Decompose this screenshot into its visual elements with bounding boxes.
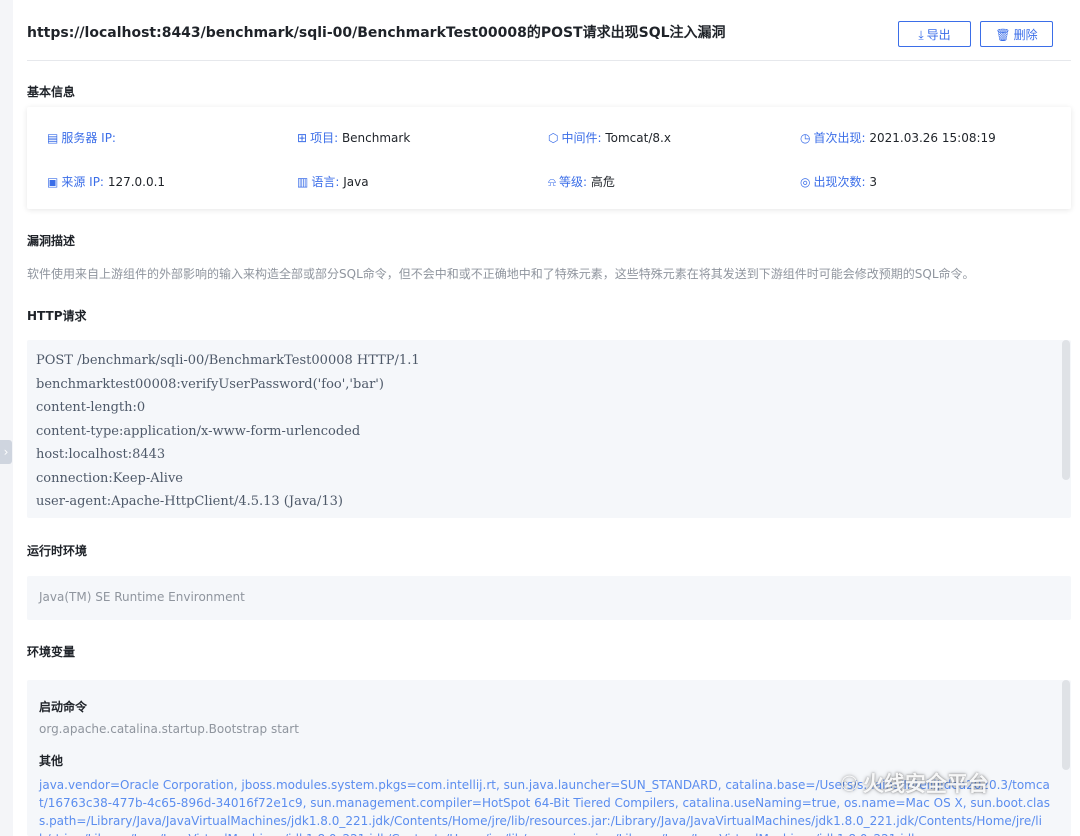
language-item: ▥ 语言: Java bbox=[297, 173, 369, 190]
http-line: host:localhost:8443 bbox=[36, 447, 166, 462]
cube-icon: ⬡ bbox=[548, 131, 559, 145]
level-value: 高危 bbox=[590, 175, 615, 189]
http-request-lines: POST /benchmark/sqli-00/BenchmarkTest000… bbox=[36, 349, 420, 514]
delete-label: 删除 bbox=[1013, 28, 1038, 42]
http-request-scrollbar[interactable] bbox=[1062, 340, 1070, 480]
runtime-value: Java(TM) SE Runtime Environment bbox=[39, 590, 245, 604]
watermark-text: 火线安全平台 bbox=[862, 772, 989, 796]
http-line: connection:Keep-Alive bbox=[36, 470, 183, 486]
middleware-value: Tomcat/8.x bbox=[605, 131, 671, 145]
middleware-item: ⬡ 中间件: Tomcat/8.x bbox=[548, 129, 671, 146]
middleware-label: 中间件: bbox=[561, 131, 602, 145]
startup-command-label: 启动命令 bbox=[39, 700, 88, 714]
env-vars-box[interactable]: 启动命令 org.apache.catalina.startup.Bootstr… bbox=[27, 680, 1071, 836]
clock-icon: ◷ bbox=[800, 131, 811, 145]
http-line: content-type:application/x-www-form-urle… bbox=[36, 423, 361, 439]
occurrences-label: 出现次数: bbox=[813, 175, 866, 189]
level-item: ⍾ 等级: 高危 bbox=[548, 173, 615, 190]
other-label: 其他 bbox=[39, 754, 64, 768]
watermark: ⚇ 火线安全平台 bbox=[840, 768, 989, 798]
source-ip-item: ▣ 来源 IP: 127.0.0.1 bbox=[47, 173, 165, 190]
page-header: https://localhost:8443/benchmark/sqli-00… bbox=[27, 14, 1071, 61]
project-item: ⊞ 项目: Benchmark bbox=[297, 129, 410, 146]
vulnerability-detail-page: › https://localhost:8443/benchmark/sqli-… bbox=[0, 0, 1080, 836]
env-vars-title: 环境变量 bbox=[27, 645, 76, 659]
grid-icon: ⊞ bbox=[297, 131, 308, 145]
startup-command-value: org.apache.catalina.startup.Bootstrap st… bbox=[39, 722, 299, 736]
export-label: 导出 bbox=[926, 28, 951, 42]
http-line: user-agent:Apache-HttpClient/4.5.13 (Jav… bbox=[36, 494, 343, 509]
vuln-desc-title: 漏洞描述 bbox=[27, 234, 76, 248]
runtime-title: 运行时环境 bbox=[27, 544, 88, 558]
occurrences-item: ◎ 出现次数: 3 bbox=[800, 173, 877, 190]
http-line: POST /benchmark/sqli-00/BenchmarkTest000… bbox=[36, 353, 420, 368]
occurrences-value: 3 bbox=[869, 175, 877, 189]
basic-info-title: 基本信息 bbox=[27, 85, 76, 99]
trash-icon: 🗑 bbox=[995, 28, 1011, 42]
server-ip-item: ▤ 服务器 IP: bbox=[47, 129, 116, 146]
first-seen-value: 2021.03.26 15:08:19 bbox=[869, 131, 996, 145]
counter-icon: ◎ bbox=[800, 175, 811, 189]
http-request-title: HTTP请求 bbox=[27, 309, 87, 323]
left-sidebar-strip bbox=[0, 0, 13, 836]
chevron-right-icon: › bbox=[3, 445, 9, 459]
download-icon: ⤓ bbox=[918, 28, 924, 42]
server-ip-label: 服务器 IP: bbox=[61, 131, 116, 145]
alarm-icon: ⍾ bbox=[548, 175, 556, 189]
http-request-box[interactable]: POST /benchmark/sqli-00/BenchmarkTest000… bbox=[27, 340, 1071, 518]
runtime-box: Java(TM) SE Runtime Environment bbox=[27, 576, 1071, 620]
project-label: 项目: bbox=[310, 131, 339, 145]
delete-button[interactable]: 🗑 删除 bbox=[980, 21, 1053, 47]
server-icon: ▤ bbox=[47, 131, 59, 145]
level-label: 等级: bbox=[558, 175, 587, 189]
code-icon: ▥ bbox=[297, 175, 309, 189]
first-seen-item: ◷ 首次出现: 2021.03.26 15:08:19 bbox=[800, 129, 996, 146]
language-value: Java bbox=[343, 175, 369, 189]
expand-sidebar-handle[interactable]: › bbox=[0, 440, 12, 464]
env-vars-scrollbar[interactable] bbox=[1062, 680, 1070, 770]
export-button[interactable]: ⤓ 导出 bbox=[898, 21, 971, 47]
http-line: content-length:0 bbox=[36, 400, 146, 415]
source-ip-value: 127.0.0.1 bbox=[107, 175, 166, 189]
page-title: https://localhost:8443/benchmark/sqli-00… bbox=[27, 25, 726, 41]
wechat-icon: ⚇ bbox=[840, 772, 859, 796]
document-icon: ▣ bbox=[47, 175, 59, 189]
basic-info-card: ▤ 服务器 IP: ⊞ 项目: Benchmark ⬡ 中间件: Tomcat/8.x… bbox=[27, 107, 1071, 209]
source-ip-label: 来源 IP: bbox=[61, 175, 104, 189]
vuln-desc-text: 软件使用来自上游组件的外部影响的输入来构造全部或部分SQL命令，但不会中和或不正… bbox=[27, 267, 975, 281]
http-line: benchmarktest00008:verifyUserPassword('f… bbox=[36, 376, 384, 392]
project-value: Benchmark bbox=[341, 131, 411, 145]
first-seen-label: 首次出现: bbox=[813, 131, 866, 145]
language-label: 语言: bbox=[311, 175, 340, 189]
